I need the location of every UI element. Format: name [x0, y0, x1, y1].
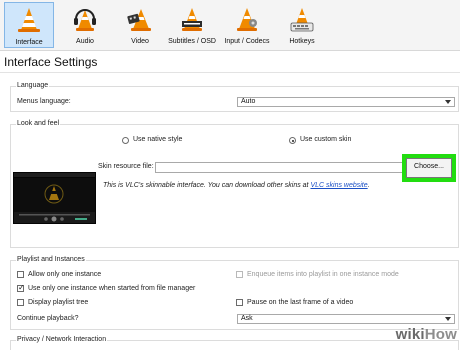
watermark-wiki: wiki	[395, 326, 425, 343]
tab-label: Hotkeys	[289, 38, 315, 45]
playlist-instances-group: Playlist and Instances Allow only one in…	[10, 256, 459, 330]
tab-audio[interactable]: Audio	[63, 2, 107, 48]
hotkeys-cone-icon	[290, 8, 314, 32]
enqueue-items-checkbox	[236, 271, 243, 278]
skin-resource-field[interactable]	[155, 162, 407, 173]
playlist-instances-group-title: Playlist and Instances	[16, 256, 86, 263]
header-divider	[0, 72, 460, 73]
vlc-skins-link[interactable]: VLC skins website	[310, 182, 367, 189]
native-style-radio[interactable]	[122, 137, 129, 144]
pause-last-frame-label: Pause on the last frame of a video	[247, 299, 354, 306]
custom-skin-label: Use custom skin	[300, 136, 352, 143]
tab-label: Input / Codecs	[224, 38, 270, 45]
language-group: Language Menus language: Auto	[10, 82, 459, 112]
page-title: Interface Settings	[4, 55, 98, 69]
menus-language-label: Menus language:	[17, 98, 71, 105]
custom-skin-radio[interactable]	[289, 137, 296, 144]
subtitles-cone-icon	[182, 8, 202, 31]
vlc-cone-icon	[18, 8, 40, 32]
skin-resource-label: Skin resource file:	[98, 163, 154, 170]
continue-playback-value: Ask	[241, 315, 253, 322]
headphones-cone-icon	[74, 9, 96, 31]
menus-language-value: Auto	[241, 98, 256, 105]
tab-subtitles-osd[interactable]: Subtitles / OSD	[166, 2, 218, 48]
vlc-skin-preview-graphic	[13, 172, 96, 224]
display-playlist-tree-checkbox[interactable]	[17, 299, 24, 306]
choose-button-face: Choose...	[406, 158, 452, 178]
skin-info-sentence: This is VLC's skinnable interface. You c…	[103, 182, 309, 189]
tab-label: Audio	[76, 38, 94, 45]
look-and-feel-group-title: Look and feel	[16, 120, 61, 127]
skin-preview-image	[13, 172, 96, 224]
one-instance-file-manager-checkbox[interactable]	[17, 283, 25, 292]
allow-one-instance-checkbox[interactable]	[17, 271, 24, 278]
enqueue-items-label: Enqueue items into playlist in one insta…	[247, 271, 399, 278]
film-cone-icon	[127, 9, 151, 31]
display-playlist-tree-label: Display playlist tree	[28, 299, 89, 306]
skin-info-text: This is VLC's skinnable interface. You c…	[103, 182, 370, 189]
chevron-down-icon	[445, 100, 451, 104]
preferences-toolbar: Interface Audio Video Subtitles / OSD In…	[0, 0, 460, 51]
tab-input-codecs[interactable]: Input / Codecs	[222, 2, 272, 48]
privacy-network-group-title: Privacy / Network Interaction	[16, 336, 108, 343]
tab-video[interactable]: Video	[118, 2, 162, 48]
native-style-label: Use native style	[133, 136, 183, 143]
pause-last-frame-checkbox[interactable]	[236, 299, 243, 306]
wikihow-watermark: wikiHow	[396, 326, 457, 343]
continue-playback-select[interactable]: Ask	[237, 314, 455, 324]
continue-playback-label: Continue playback?	[17, 315, 79, 322]
menus-language-select[interactable]: Auto	[237, 97, 455, 107]
privacy-network-group: Privacy / Network Interaction	[10, 336, 459, 350]
choose-skin-button[interactable]: Choose...	[402, 154, 456, 182]
tab-label: Subtitles / OSD	[168, 38, 216, 45]
choose-button-label: Choose...	[414, 163, 444, 170]
one-instance-file-manager-label: Use only one instance when started from …	[28, 285, 196, 292]
tab-hotkeys[interactable]: Hotkeys	[280, 2, 324, 48]
skin-info-end: .	[367, 182, 370, 189]
watermark-how: How	[424, 326, 457, 343]
tab-interface[interactable]: Interface	[4, 2, 54, 48]
allow-one-instance-label: Allow only one instance	[28, 271, 102, 278]
language-group-title: Language	[16, 82, 50, 89]
tab-label: Interface	[15, 39, 43, 46]
input-cone-icon	[237, 8, 257, 31]
chevron-down-icon	[445, 317, 451, 321]
tab-label: Video	[131, 38, 149, 45]
